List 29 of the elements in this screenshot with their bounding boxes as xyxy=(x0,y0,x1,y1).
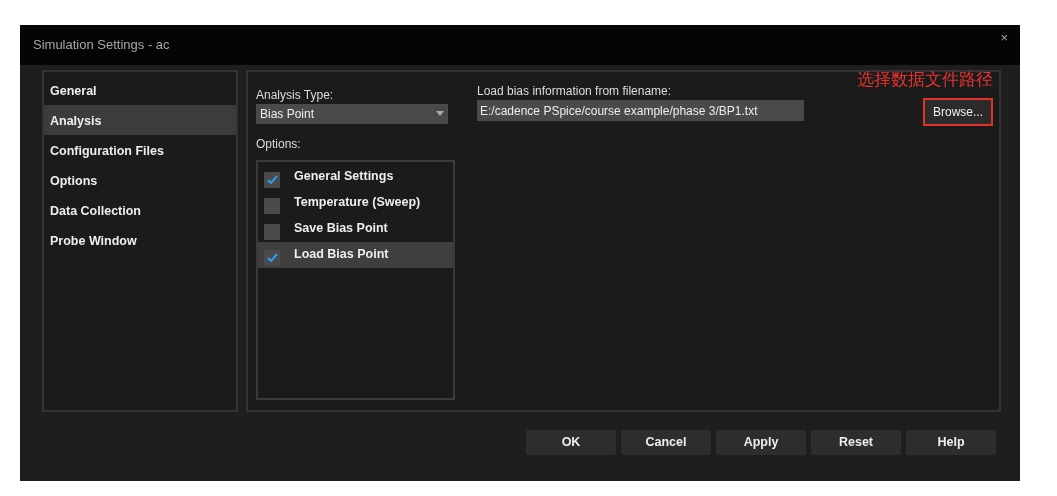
window-title: Simulation Settings - ac xyxy=(33,36,170,55)
checkbox[interactable] xyxy=(264,171,280,188)
analysis-type-label: Analysis Type: xyxy=(256,87,335,104)
sidebar-item[interactable]: Analysis xyxy=(44,105,236,135)
dialog-button[interactable]: Reset xyxy=(811,430,901,455)
option-label: Load Bias Point xyxy=(294,245,389,263)
sidebar-item[interactable]: Data Collection xyxy=(44,195,236,225)
options-label: Options: xyxy=(256,135,302,153)
filename-field[interactable]: E:/cadence PSpice/course example/phase 3/BP1.txt xyxy=(477,100,804,121)
dialog-button[interactable]: Apply xyxy=(716,430,806,455)
checkbox[interactable] xyxy=(264,249,280,266)
checkbox[interactable] xyxy=(264,197,280,214)
sidebar-item[interactable]: General xyxy=(44,75,236,105)
option-label: Temperature (Sweep) xyxy=(294,193,421,211)
dialog-button[interactable]: Cancel xyxy=(621,430,711,455)
annotation-text: 选择数据文件路径 xyxy=(857,69,993,91)
dialog-button[interactable]: Help xyxy=(906,430,996,455)
filename-label: Load bias information from filename: xyxy=(477,83,673,100)
close-button[interactable]: × xyxy=(1000,28,1008,48)
option-label: Save Bias Point xyxy=(294,219,388,237)
sidebar-item[interactable]: Configuration Files xyxy=(44,135,236,165)
dialog-button[interactable]: OK xyxy=(526,430,616,455)
analysis-type-dropdown[interactable]: Bias Point xyxy=(256,104,448,124)
browse-button[interactable]: Browse... xyxy=(923,97,993,126)
sidebar-item[interactable]: Options xyxy=(44,165,236,195)
checkbox[interactable] xyxy=(264,223,280,240)
option-label: General Settings xyxy=(294,167,394,185)
sidebar-item[interactable]: Probe Window xyxy=(44,225,236,255)
dropdown-caret-icon xyxy=(436,111,444,117)
